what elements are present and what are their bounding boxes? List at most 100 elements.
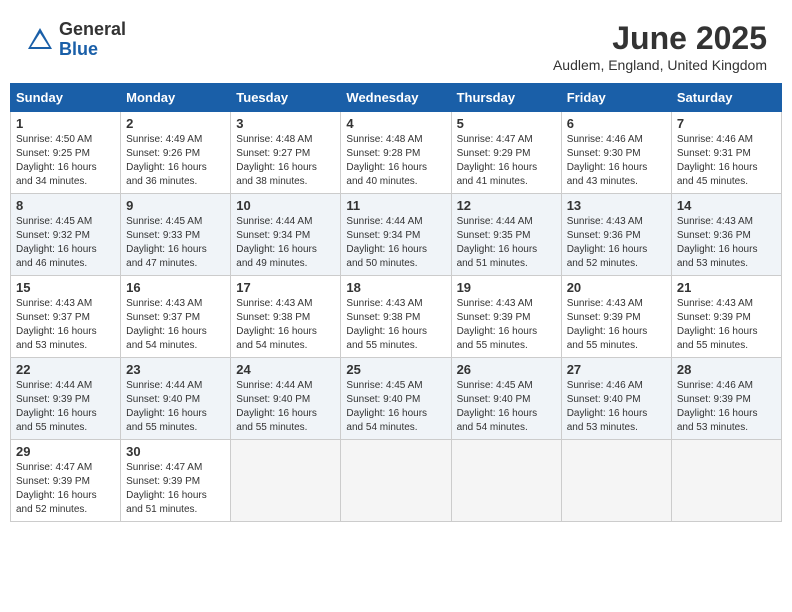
day-info: Sunrise: 4:44 AMSunset: 9:39 PMDaylight:… [16, 379, 115, 435]
day-info: Sunrise: 4:49 AMSunset: 9:26 PMDaylight:… [126, 133, 225, 189]
calendar-week-row: 29Sunrise: 4:47 AMSunset: 9:39 PMDayligh… [11, 440, 782, 522]
calendar-cell: 17Sunrise: 4:43 AMSunset: 9:38 PMDayligh… [231, 276, 341, 358]
day-info: Sunrise: 4:50 AMSunset: 9:25 PMDaylight:… [16, 133, 115, 189]
calendar-week-row: 22 Sunrise: 4:44 AMSunset: 9:39 PMDayligh… [11, 358, 782, 440]
day-number: 1 [16, 116, 115, 131]
day-info: Sunrise: 4:43 AMSunset: 9:36 PMDaylight:… [567, 215, 666, 271]
calendar-cell: 16 Sunrise: 4:43 AMSunset: 9:37 PMDayligh… [121, 276, 231, 358]
day-info: Sunrise: 4:46 AMSunset: 9:30 PMDaylight:… [567, 133, 666, 189]
calendar-header: SundayMondayTuesdayWednesdayThursdayFrid… [11, 84, 782, 112]
calendar-cell: 6 Sunrise: 4:46 AMSunset: 9:30 PMDaylight… [561, 112, 671, 194]
day-number: 2 [126, 116, 225, 131]
day-number: 5 [457, 116, 556, 131]
calendar-cell: 19 Sunrise: 4:43 AMSunset: 9:39 PMDayligh… [451, 276, 561, 358]
day-number: 20 [567, 280, 666, 295]
day-info: Sunrise: 4:46 AMSunset: 9:40 PMDaylight:… [567, 379, 666, 435]
weekday-header-wednesday: Wednesday [341, 84, 451, 112]
calendar-week-row: 8 Sunrise: 4:45 AMSunset: 9:32 PMDaylight… [11, 194, 782, 276]
day-info: Sunrise: 4:44 AMSunset: 9:34 PMDaylight:… [346, 215, 445, 271]
calendar-cell: 22 Sunrise: 4:44 AMSunset: 9:39 PMDayligh… [11, 358, 121, 440]
calendar-cell: 1 Sunrise: 4:50 AMSunset: 9:25 PMDaylight… [11, 112, 121, 194]
calendar-cell: 30 Sunrise: 4:47 AMSunset: 9:39 PMDayligh… [121, 440, 231, 522]
day-info: Sunrise: 4:43 AMSunset: 9:39 PMDaylight:… [567, 297, 666, 353]
calendar-cell: 10 Sunrise: 4:44 AMSunset: 9:34 PMDayligh… [231, 194, 341, 276]
calendar-cell: 8 Sunrise: 4:45 AMSunset: 9:32 PMDaylight… [11, 194, 121, 276]
day-number: 26 [457, 362, 556, 377]
day-number: 11 [346, 198, 445, 213]
calendar-cell: 29Sunrise: 4:47 AMSunset: 9:39 PMDayligh… [11, 440, 121, 522]
calendar-cell [671, 440, 781, 522]
day-info: Sunrise: 4:45 AMSunset: 9:32 PMDaylight:… [16, 215, 115, 271]
calendar-cell: 23 Sunrise: 4:44 AMSunset: 9:40 PMDayligh… [121, 358, 231, 440]
month-title: June 2025 [553, 20, 767, 57]
calendar-cell: 18 Sunrise: 4:43 AMSunset: 9:38 PMDayligh… [341, 276, 451, 358]
calendar-cell: 12Sunrise: 4:44 AMSunset: 9:35 PMDayligh… [451, 194, 561, 276]
weekday-header-saturday: Saturday [671, 84, 781, 112]
day-info: Sunrise: 4:48 AMSunset: 9:27 PMDaylight:… [236, 133, 335, 189]
day-info: Sunrise: 4:45 AMSunset: 9:40 PMDaylight:… [457, 379, 556, 435]
day-info: Sunrise: 4:44 AMSunset: 9:40 PMDaylight:… [236, 379, 335, 435]
calendar-cell: 4 Sunrise: 4:48 AMSunset: 9:28 PMDaylight… [341, 112, 451, 194]
day-info: Sunrise: 4:44 AMSunset: 9:40 PMDaylight:… [126, 379, 225, 435]
day-number: 30 [126, 444, 225, 459]
day-info: Sunrise: 4:44 AMSunset: 9:35 PMDaylight:… [457, 215, 556, 271]
day-info: Sunrise: 4:47 AMSunset: 9:39 PMDaylight:… [126, 461, 225, 517]
day-info: Sunrise: 4:48 AMSunset: 9:28 PMDaylight:… [346, 133, 445, 189]
day-number: 6 [567, 116, 666, 131]
day-number: 16 [126, 280, 225, 295]
day-info: Sunrise: 4:43 AMSunset: 9:38 PMDaylight:… [346, 297, 445, 353]
day-number: 25 [346, 362, 445, 377]
calendar-week-row: 15 Sunrise: 4:43 AMSunset: 9:37 PMDayligh… [11, 276, 782, 358]
calendar-cell: 26 Sunrise: 4:45 AMSunset: 9:40 PMDayligh… [451, 358, 561, 440]
day-number: 8 [16, 198, 115, 213]
day-number: 4 [346, 116, 445, 131]
calendar-body: 1 Sunrise: 4:50 AMSunset: 9:25 PMDaylight… [11, 112, 782, 522]
day-number: 28 [677, 362, 776, 377]
day-number: 10 [236, 198, 335, 213]
weekday-header-monday: Monday [121, 84, 231, 112]
day-number: 19 [457, 280, 556, 295]
calendar-cell [341, 440, 451, 522]
day-info: Sunrise: 4:46 AMSunset: 9:31 PMDaylight:… [677, 133, 776, 189]
day-number: 15 [16, 280, 115, 295]
logo-icon [25, 25, 55, 55]
day-number: 23 [126, 362, 225, 377]
weekday-header-sunday: Sunday [11, 84, 121, 112]
day-number: 27 [567, 362, 666, 377]
day-number: 18 [346, 280, 445, 295]
calendar-cell [561, 440, 671, 522]
calendar-cell: 25 Sunrise: 4:45 AMSunset: 9:40 PMDayligh… [341, 358, 451, 440]
calendar-cell: 14 Sunrise: 4:43 AMSunset: 9:36 PMDayligh… [671, 194, 781, 276]
day-number: 21 [677, 280, 776, 295]
calendar-cell: 5Sunrise: 4:47 AMSunset: 9:29 PMDaylight… [451, 112, 561, 194]
calendar-cell [231, 440, 341, 522]
day-info: Sunrise: 4:43 AMSunset: 9:39 PMDaylight:… [457, 297, 556, 353]
title-block: June 2025 Audlem, England, United Kingdo… [553, 20, 767, 73]
calendar-cell: 13 Sunrise: 4:43 AMSunset: 9:36 PMDayligh… [561, 194, 671, 276]
calendar-cell: 11 Sunrise: 4:44 AMSunset: 9:34 PMDayligh… [341, 194, 451, 276]
day-info: Sunrise: 4:43 AMSunset: 9:36 PMDaylight:… [677, 215, 776, 271]
logo: General Blue [25, 20, 126, 60]
day-number: 13 [567, 198, 666, 213]
location: Audlem, England, United Kingdom [553, 57, 767, 73]
calendar-cell: 21Sunrise: 4:43 AMSunset: 9:39 PMDayligh… [671, 276, 781, 358]
logo-text: General Blue [59, 20, 126, 60]
logo-general: General [59, 20, 126, 40]
calendar-cell: 3Sunrise: 4:48 AMSunset: 9:27 PMDaylight… [231, 112, 341, 194]
day-number: 24 [236, 362, 335, 377]
weekday-header-row: SundayMondayTuesdayWednesdayThursdayFrid… [11, 84, 782, 112]
day-info: Sunrise: 4:47 AMSunset: 9:39 PMDaylight:… [16, 461, 115, 517]
calendar-cell: 20 Sunrise: 4:43 AMSunset: 9:39 PMDayligh… [561, 276, 671, 358]
day-number: 9 [126, 198, 225, 213]
day-number: 7 [677, 116, 776, 131]
calendar-cell: 9Sunrise: 4:45 AMSunset: 9:33 PMDaylight… [121, 194, 231, 276]
calendar-cell: 28Sunrise: 4:46 AMSunset: 9:39 PMDayligh… [671, 358, 781, 440]
day-info: Sunrise: 4:44 AMSunset: 9:34 PMDaylight:… [236, 215, 335, 271]
calendar-week-row: 1 Sunrise: 4:50 AMSunset: 9:25 PMDaylight… [11, 112, 782, 194]
weekday-header-friday: Friday [561, 84, 671, 112]
day-info: Sunrise: 4:45 AMSunset: 9:40 PMDaylight:… [346, 379, 445, 435]
calendar-cell: 24 Sunrise: 4:44 AMSunset: 9:40 PMDayligh… [231, 358, 341, 440]
day-number: 22 [16, 362, 115, 377]
day-number: 14 [677, 198, 776, 213]
day-info: Sunrise: 4:43 AMSunset: 9:37 PMDaylight:… [126, 297, 225, 353]
